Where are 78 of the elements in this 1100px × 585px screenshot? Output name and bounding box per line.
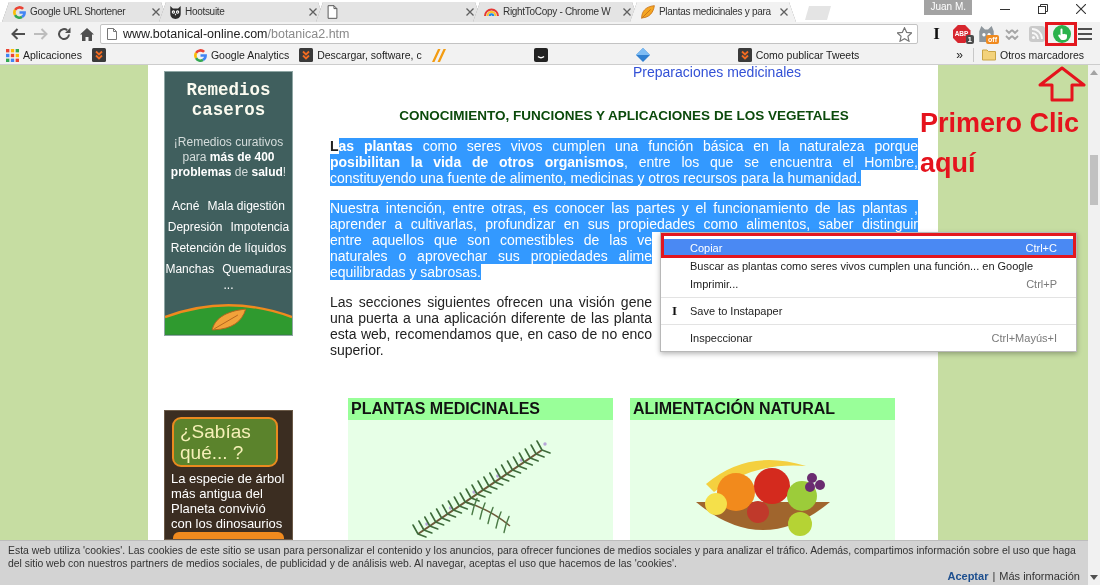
ad-title: Remedios caseros <box>185 80 272 120</box>
ad-banner[interactable]: ¿Sabías qué... ? La especie de árbol más antigua del Planeta convivió con los dinosaurios <box>164 410 293 540</box>
left-arrow-icon[interactable] <box>10 28 25 40</box>
bookmark-item[interactable]: Como publicar Tweets <box>737 48 860 62</box>
shortcut-text: Ctrl+C <box>1025 241 1057 256</box>
scroll-down-icon[interactable] <box>1090 575 1098 580</box>
document-icon <box>327 5 338 19</box>
close-icon[interactable] <box>623 8 631 16</box>
menu-item[interactable]: Buscar as plantas como seres vivos cumplen una función... en Google <box>664 257 1073 275</box>
ad-text: ¡Remedios curativos para más de 400 problemas de salud! <box>169 135 288 180</box>
chevron-square-icon <box>737 48 752 62</box>
g-logo-icon <box>13 5 26 19</box>
section-header: ALIMENTACIÓN NATURAL <box>630 398 895 420</box>
circular-arrow-icon[interactable] <box>56 27 71 41</box>
chevron-square-icon <box>299 48 314 62</box>
annotation-arrow <box>1038 66 1086 102</box>
scrollbar-thumb[interactable] <box>1090 155 1098 205</box>
address-field[interactable]: www.botanical-online.com/botanica2.htm <box>100 24 918 44</box>
house-icon[interactable] <box>79 27 94 41</box>
square-logo-icon[interactable] <box>533 48 548 62</box>
g-logo-icon <box>193 48 207 62</box>
count-badge: 1 <box>965 35 974 44</box>
star-icon[interactable] <box>897 26 912 42</box>
link-separator: | <box>992 570 996 583</box>
condition-label: Acné <box>172 198 200 215</box>
menu-icon[interactable] <box>1078 28 1092 40</box>
glyph-label: I <box>672 302 679 320</box>
menu-item[interactable]: I Save to Instapaper <box>664 302 1073 320</box>
close-icon[interactable] <box>466 8 474 16</box>
folder-icon <box>981 49 996 61</box>
section-header: PLANTAS MEDICINALES <box>348 398 613 420</box>
leaf-icon <box>641 5 655 19</box>
shortcut-text: Ctrl+Mayús+I <box>991 331 1057 346</box>
rainbow-icon <box>484 8 499 16</box>
close-icon[interactable] <box>780 8 788 16</box>
browser-tab[interactable]: Plantas medicinales y para <box>630 2 796 22</box>
accept-link[interactable]: Aceptar <box>947 570 989 583</box>
ellipsis-text: ... <box>223 280 234 290</box>
condition-label: Quemaduras <box>222 261 292 278</box>
shortcut-text: Ctrl+P <box>1026 277 1057 292</box>
menu-item[interactable]: Imprimir... Ctrl+P <box>664 275 1073 293</box>
close-icon[interactable] <box>309 8 317 16</box>
restore-icon[interactable] <box>1038 4 1048 14</box>
minimize-icon[interactable] <box>1000 8 1010 10</box>
paragraph-line: esta web, recomendamos que, en caso de no enco <box>330 326 652 342</box>
annotation-text: Primero Clic aquí <box>920 107 1081 180</box>
close-icon[interactable] <box>152 8 160 16</box>
bookmark-item[interactable]: Aplicaciones <box>6 48 82 62</box>
bookmark-item[interactable]: Otros marcadores <box>981 49 1084 61</box>
condition-label: Depresión <box>167 219 223 236</box>
condition-label: Impotencia <box>230 219 290 236</box>
owl-icon <box>170 5 181 19</box>
more-info-link[interactable]: Más información <box>999 570 1080 583</box>
paragraph-line: Las secciones siguientes ofrecen una visión gene <box>330 294 652 310</box>
diamond-icon[interactable] <box>635 48 650 62</box>
cookie-notice: Esta web utiliza 'cookies'. Las cookies de este sitio se usan para personalizar el contenido y los anuncios, para ofrecer funciones de medios sociales y para analizar el tráfico. Además, compartimos información sobre el uso que haga del sitio web con nuestros partners de medios sociales, de publicidad y de análisis web. Al navegar, aceptas el uso que hacemos de las 'cookies'. <box>8 544 1077 570</box>
ad-text: La especie de árbol más antigua del Planeta convivió con los dinosaurios <box>170 471 286 531</box>
chevron-square-icon[interactable] <box>91 48 106 62</box>
top-link[interactable]: Preparaciones medicinales <box>633 65 802 79</box>
section-heading: CONOCIMIENTO, FUNCIONES Y APLICACIONES DE LOS VEGETALES <box>398 108 850 124</box>
more-bookmarks-button[interactable]: » <box>956 49 963 61</box>
bookmark-item[interactable]: Google Analytics <box>193 48 290 62</box>
condition-label: Retención de líquidos <box>170 240 287 257</box>
condition-label: Mala digestión <box>207 198 285 215</box>
condition-label: Manchas <box>165 261 215 278</box>
hand-pointer-icon[interactable] <box>1052 25 1071 43</box>
paragraph-line: superior. <box>330 342 384 358</box>
page-icon <box>107 28 117 40</box>
paragraph-line: una puerta a una aplicación diferente de las planta <box>330 310 652 326</box>
close-icon[interactable] <box>1076 4 1086 14</box>
extension-button[interactable]: I <box>933 25 940 43</box>
bookmark-item[interactable]: Descargar, software, c <box>299 48 422 62</box>
ad-banner[interactable]: Remedios caseros ¡Remedios curativos para más de 400 problemas de salud! Acné Mala digestión Depresión Impotencia Retención de líquidos Manchas Quemaduras ... <box>164 71 293 336</box>
speech-bubble-title: ¿Sabías qué... ? <box>172 417 278 467</box>
menu-item[interactable]: Inspeccionar Ctrl+Mayús+I <box>664 329 1073 347</box>
apps-grid-icon <box>6 48 19 62</box>
paragraph: Las plantas como seres vivos cumplen una función básica en la naturaleza porque posibilitan la vida de otros organismos, entre los que se encuentra el Hombre, constituyendo una fuente de alimento, medicinas y otros recursos para la humanidad. <box>330 138 918 186</box>
scrollbar[interactable] <box>1088 65 1100 585</box>
